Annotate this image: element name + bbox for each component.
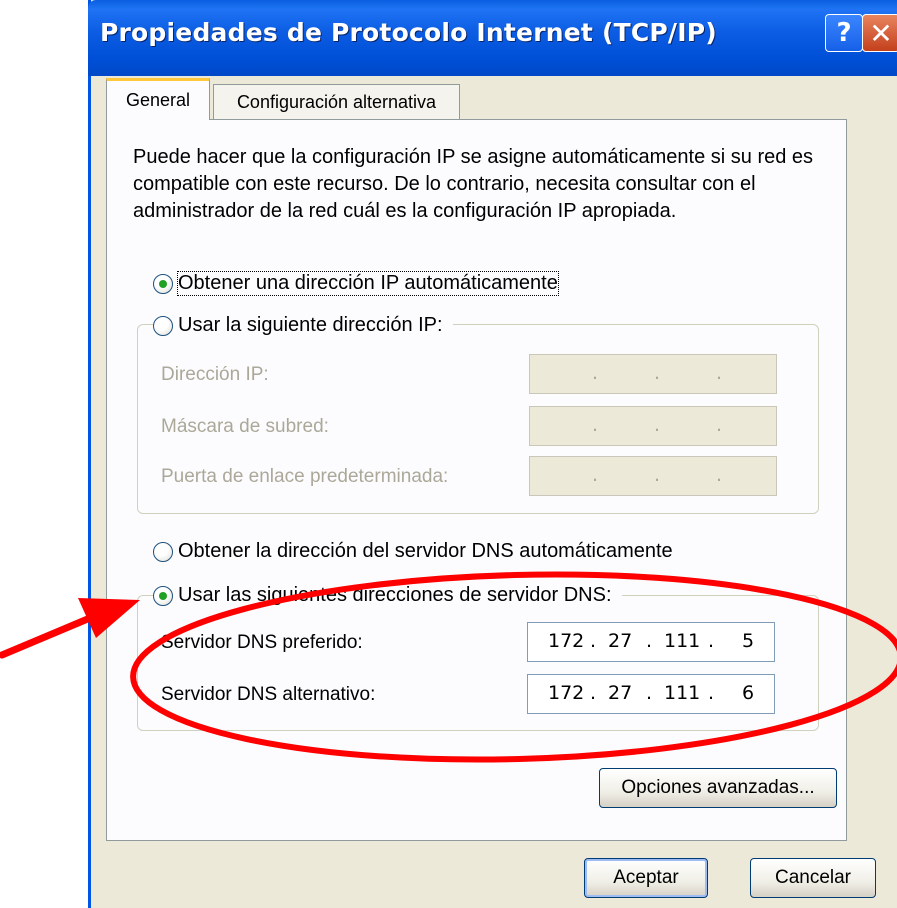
tcpip-properties-dialog: Propiedades de Protocolo Internet (TCP/I…: [88, 0, 897, 908]
radio-use-dns[interactable]: Usar las siguientes direcciones de servi…: [153, 584, 622, 607]
radio-obtain-ip-auto[interactable]: Obtener una dirección IP automáticamente: [153, 271, 559, 296]
octet: 6: [742, 682, 755, 704]
alternate-dns-label: Servidor DNS alternativo:: [161, 684, 376, 705]
cancel-button[interactable]: Cancelar: [750, 858, 876, 898]
radio-checked-icon: [153, 585, 173, 606]
tab-general[interactable]: General: [106, 78, 210, 120]
close-button[interactable]: ✕: [862, 14, 897, 52]
octet: 172: [548, 682, 585, 704]
subnet-mask-label: Máscara de subred:: [161, 416, 329, 437]
octet: 111: [664, 682, 701, 704]
radio-use-ip[interactable]: Usar la siguiente dirección IP:: [153, 314, 453, 337]
ip-address-label: Dirección IP:: [161, 364, 269, 385]
arrow-shaft: [0, 614, 94, 659]
help-icon: ?: [836, 18, 852, 48]
octet: 172: [548, 630, 585, 652]
octet: 27: [608, 682, 633, 704]
window-title: Propiedades de Protocolo Internet (TCP/I…: [100, 18, 717, 47]
tab-alternate-configuration[interactable]: Configuración alternativa: [213, 84, 460, 120]
preferred-dns-label: Servidor DNS preferido:: [161, 632, 363, 653]
help-button[interactable]: ?: [825, 14, 863, 52]
radio-unchecked-icon: [153, 315, 173, 336]
octet: 111: [664, 630, 701, 652]
ip-address-field[interactable]: ...: [529, 354, 777, 394]
default-gateway-label: Puerta de enlace predeterminada:: [161, 466, 449, 487]
subnet-mask-field[interactable]: ...: [529, 406, 777, 446]
radio-obtain-dns-auto-label: Obtener la dirección del servidor DNS au…: [178, 540, 673, 562]
radio-unchecked-icon: [153, 541, 173, 562]
ok-button[interactable]: Aceptar: [584, 858, 708, 898]
radio-obtain-ip-auto-label: Obtener una dirección IP automáticamente: [177, 271, 559, 296]
radio-use-ip-label: Usar la siguiente dirección IP:: [178, 314, 443, 336]
title-bar[interactable]: Propiedades de Protocolo Internet (TCP/I…: [88, 0, 897, 76]
radio-obtain-dns-auto[interactable]: Obtener la dirección del servidor DNS au…: [153, 540, 673, 563]
preferred-dns-field[interactable]: 172 . 27 . 111 . 5: [527, 622, 775, 662]
close-icon: ✕: [869, 16, 893, 50]
alternate-dns-field[interactable]: 172 . 27 . 111 . 6: [527, 674, 775, 714]
radio-use-dns-label: Usar las siguientes direcciones de servi…: [178, 584, 612, 606]
octet: 27: [608, 630, 633, 652]
default-gateway-field[interactable]: ...: [529, 456, 777, 496]
octet: 5: [742, 630, 755, 652]
intro-text: Puede hacer que la configuración IP se a…: [133, 146, 814, 222]
general-tab-panel: Puede hacer que la configuración IP se a…: [106, 119, 847, 841]
radio-checked-icon: [153, 273, 173, 294]
advanced-options-button[interactable]: Opciones avanzadas...: [599, 768, 837, 808]
